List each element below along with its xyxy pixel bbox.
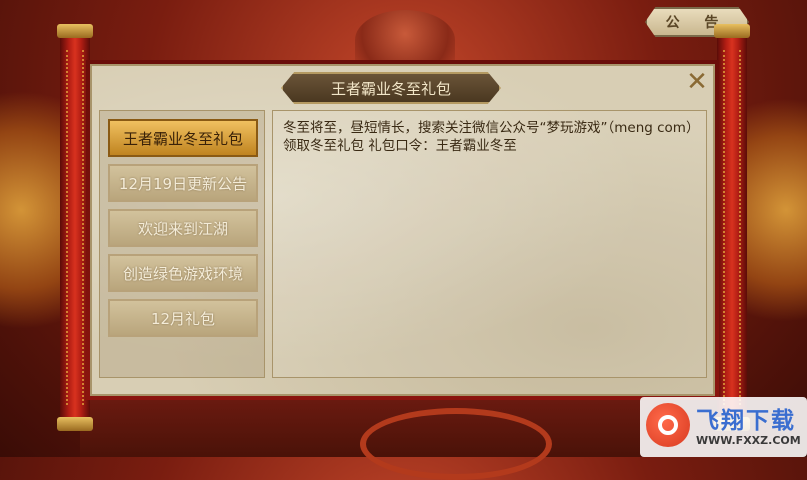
watermark-url: WWW.FXXZ.COM: [696, 434, 801, 447]
announcement-content: 冬至将至，昼短情长，搜索关注微信公众号“梦玩游戏”（meng com）领取冬至礼…: [272, 110, 707, 378]
tab-welcome[interactable]: 欢迎来到江湖: [108, 209, 258, 247]
tab-update-notice[interactable]: 12月19日更新公告: [108, 164, 258, 202]
background-dragon-right: [737, 70, 807, 350]
background-arc: [360, 408, 552, 480]
watermark-name: 飞翔下载: [696, 408, 796, 434]
announcement-tab-list: 王者霸业冬至礼包 12月19日更新公告 欢迎来到江湖 创造绿色游戏环境 12月礼…: [99, 110, 265, 378]
tab-winter-gift[interactable]: 王者霸业冬至礼包: [108, 119, 258, 157]
roller-cap: [57, 417, 93, 431]
site-watermark: 飞翔下载 WWW.FXXZ.COM: [640, 397, 807, 457]
tab-december-gift[interactable]: 12月礼包: [108, 299, 258, 337]
roller-pattern: [723, 50, 741, 405]
scroll-roller-right: [714, 24, 750, 431]
roller-cap: [714, 24, 750, 38]
dialog-title: 王者霸业冬至礼包: [281, 72, 501, 104]
roller-cap: [57, 24, 93, 38]
close-icon[interactable]: ✕: [684, 67, 710, 97]
roller-pattern: [66, 50, 84, 405]
watermark-logo-icon: [646, 403, 690, 447]
announcement-text: 冬至将至，昼短情长，搜索关注微信公众号“梦玩游戏”（meng com）领取冬至礼…: [283, 120, 693, 154]
tab-green-environment[interactable]: 创造绿色游戏环境: [108, 254, 258, 292]
